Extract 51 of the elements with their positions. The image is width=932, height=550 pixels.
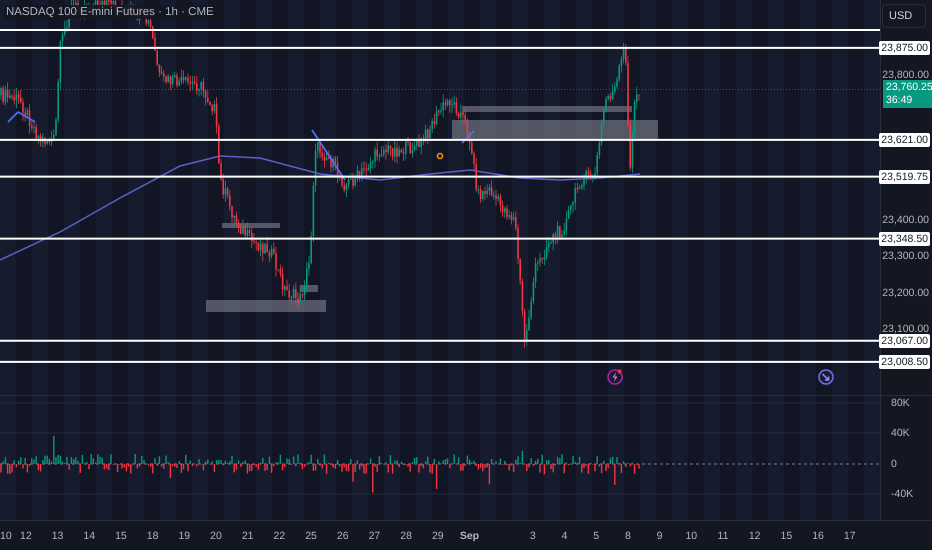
date-label: 3 xyxy=(528,530,537,542)
date-label: 15 xyxy=(780,530,794,542)
level-price-label: 23,875.00 xyxy=(879,40,930,55)
date-label: 27 xyxy=(368,530,382,542)
date-label: 21 xyxy=(240,530,254,542)
date-label: 25 xyxy=(304,530,318,542)
chart-title: NASDAQ 100 E-mini Futures · 1h · CME xyxy=(4,5,216,19)
date-label: 9 xyxy=(656,530,664,542)
zone-rectangle xyxy=(300,285,318,292)
price-label: 23,400.00 xyxy=(882,214,929,226)
date-label: 22 xyxy=(272,530,286,542)
date-label: 26 xyxy=(336,530,350,542)
lightning-icon[interactable] xyxy=(606,368,624,386)
date-label: 10 xyxy=(684,530,698,542)
trend-line xyxy=(311,130,346,180)
price-label: 23,200.00 xyxy=(882,286,929,298)
marker-circle xyxy=(436,152,444,160)
date-label: 11 xyxy=(716,530,730,542)
month-label: Sep xyxy=(458,530,480,542)
date-label: 16 xyxy=(811,530,825,542)
zone-rectangle xyxy=(222,223,280,228)
date-label: 19 xyxy=(177,530,192,542)
date-label: 8 xyxy=(624,530,632,542)
level-price-label: 23,621.00 xyxy=(879,132,930,147)
date-label: 15 xyxy=(114,530,128,542)
date-label: 12 xyxy=(748,530,762,542)
date-label: 17 xyxy=(842,530,857,542)
indicator-scale-label: -40K xyxy=(891,488,914,500)
price-label: 23,100.00 xyxy=(882,322,929,335)
level-price-label: 23,519.75 xyxy=(879,170,930,184)
level-price-label: 23,067.00 xyxy=(879,334,930,348)
date-label: 18 xyxy=(146,530,160,542)
date-label: 20 xyxy=(209,530,223,542)
date-label: 14 xyxy=(82,530,96,542)
date-label: 4 xyxy=(560,530,568,542)
date-label: 29 xyxy=(430,530,445,542)
date-label: 5 xyxy=(592,530,600,542)
date-label: 12 xyxy=(19,530,33,542)
indicator-scale-label: 80K xyxy=(891,397,910,409)
date-label: 28 xyxy=(399,530,413,542)
indicator-scale-label: 0 xyxy=(891,458,897,470)
price-label: 23,300.00 xyxy=(882,250,929,262)
current-price-label: 23,760.25 36:49 xyxy=(883,80,932,108)
trend-line xyxy=(461,130,475,144)
price-label: 23,800.00 xyxy=(882,69,929,81)
level-price-label: 23,348.50 xyxy=(879,232,930,246)
date-label: 13 xyxy=(50,530,64,542)
currency-button[interactable]: USD xyxy=(882,4,926,28)
level-price-label: 23,008.50 xyxy=(879,354,930,369)
date-label: 10 xyxy=(0,530,10,542)
indicator-scale-label: 40K xyxy=(891,427,910,439)
